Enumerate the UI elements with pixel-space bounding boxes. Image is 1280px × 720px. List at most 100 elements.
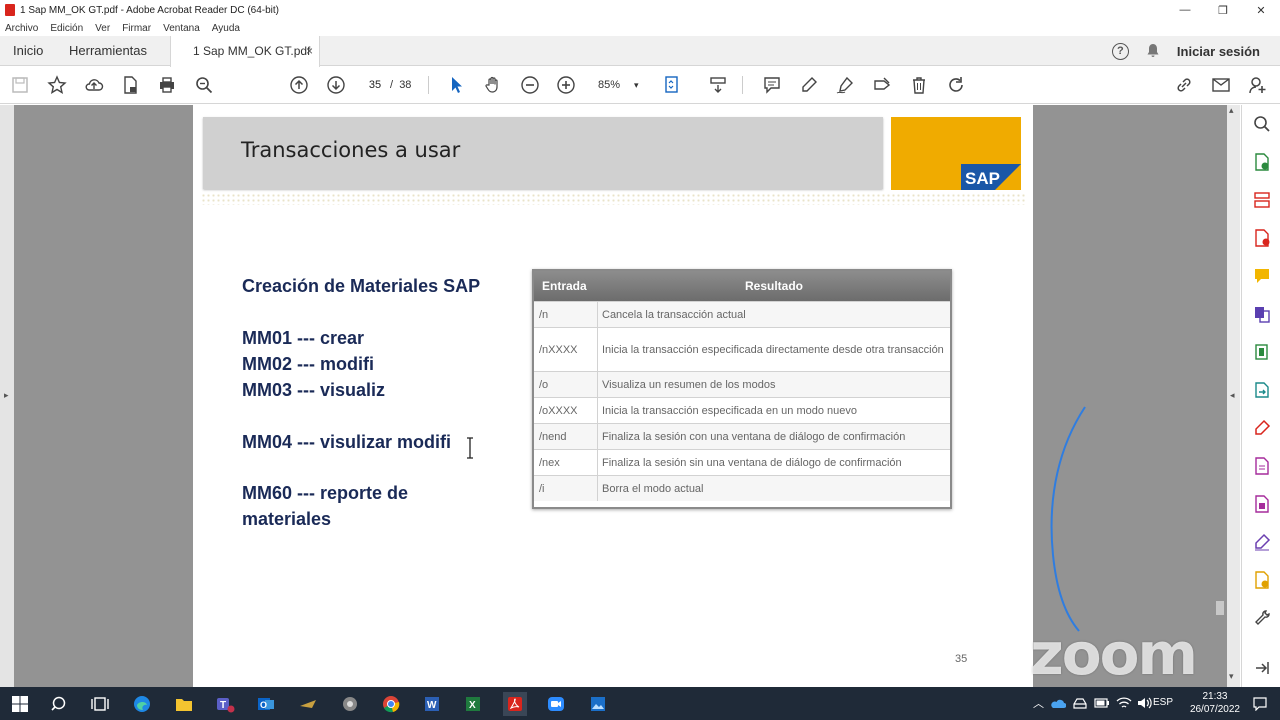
comment-tool-icon[interactable] [1251,265,1273,287]
svg-text:X: X [469,700,476,711]
network-tray-icon[interactable] [1072,696,1088,710]
export-pdf-icon[interactable] [1251,151,1273,173]
sap-logo-text: SAP [965,169,1000,188]
menu-ver[interactable]: Ver [95,23,110,34]
close-window-button[interactable]: ✕ [1242,0,1280,20]
zoom-out-icon[interactable] [518,73,542,97]
pdf-page: Transacciones a usar SAP Creación de Mat… [193,105,1033,687]
collapse-pane-icon[interactable] [1251,657,1273,679]
scrollbar-thumb[interactable] [1216,601,1224,615]
sign-in-button[interactable]: Iniciar sesión [1177,44,1260,59]
comment-icon[interactable] [760,73,784,97]
page-fit-icon[interactable] [660,73,684,97]
menu-ventana[interactable]: Ventana [163,23,200,34]
more-tools-icon[interactable] [1251,607,1273,629]
rotate-icon[interactable] [944,73,968,97]
photos-icon[interactable] [586,692,610,716]
zoom-search-icon[interactable] [192,73,216,97]
next-page-icon[interactable] [324,73,348,97]
edit-pdf-icon[interactable] [1251,341,1273,363]
save-icon[interactable] [8,73,32,97]
search-icon[interactable] [1251,113,1273,135]
outlook-icon[interactable]: O [254,692,278,716]
restore-button[interactable]: ❐ [1204,0,1242,20]
highlight-pen-icon[interactable] [797,73,821,97]
chrome-icon[interactable] [379,692,403,716]
menu-archivo[interactable]: Archivo [5,23,38,34]
previous-page-icon[interactable] [287,73,311,97]
scrollbar-track[interactable] [1213,105,1227,687]
battery-icon[interactable] [1094,697,1110,709]
tab-document[interactable]: 1 Sap MM_OK GT.pdf × [170,36,320,67]
table-row: /nend Finaliza la sesión con una ventana … [534,423,950,449]
file-explorer-icon[interactable] [172,692,196,716]
scroll-mode-icon[interactable] [706,73,730,97]
close-tab-button[interactable]: × [306,36,313,66]
menu-firmar[interactable]: Firmar [122,23,151,34]
search-taskbar-icon[interactable] [48,692,72,716]
excel-icon[interactable]: X [461,692,485,716]
send-for-signature-icon[interactable] [1251,455,1273,477]
tab-inicio[interactable]: Inicio [13,36,43,66]
sap-logo-block: SAP [891,117,1021,190]
scroll-up-icon[interactable]: ▴ [1229,105,1234,116]
email-icon[interactable] [1209,73,1233,97]
windows-start-icon[interactable] [8,692,32,716]
notifications-icon[interactable] [1252,696,1268,711]
hand-tool-icon[interactable] [481,73,505,97]
page-number-input[interactable]: 35 [362,75,388,95]
help-icon[interactable]: ? [1111,42,1129,60]
menu-ayuda[interactable]: Ayuda [212,23,240,34]
volume-icon[interactable] [1136,696,1152,710]
select-cursor-icon[interactable] [444,73,468,97]
tray-chevron-icon[interactable]: ︿ [1033,695,1044,711]
fill-sign-tool-icon[interactable] [1251,417,1273,439]
add-user-icon[interactable] [1246,73,1270,97]
edge-browser-icon[interactable] [130,692,154,716]
task-view-icon[interactable] [88,692,112,716]
scroll-down-icon[interactable]: ▾ [1229,671,1234,682]
word-icon[interactable]: W [420,692,444,716]
organize-pages-icon[interactable] [1251,189,1273,211]
language-indicator[interactable]: ESP [1153,697,1173,708]
document-viewport[interactable]: ▸ Transacciones a usar SAP Creación de M… [0,105,1240,687]
file-lock-icon[interactable] [118,73,142,97]
cloud-upload-icon[interactable] [82,73,106,97]
signature-tool-icon[interactable] [1251,531,1273,553]
acrobat-taskbar-icon[interactable] [503,692,527,716]
star-icon[interactable] [45,73,69,97]
zoom-in-icon[interactable] [554,73,578,97]
table-row: /i Borra el modo actual [534,475,950,501]
zoom-app-icon[interactable] [544,692,568,716]
create-pdf-icon[interactable] [1251,227,1273,249]
system-clock[interactable]: 21:33 26/07/2022 [1190,690,1240,716]
table-cell-result: Finaliza la sesión con una ventana de di… [602,430,906,443]
combine-files-icon[interactable] [1251,303,1273,325]
bell-icon[interactable] [1145,43,1161,59]
fill-sign-icon[interactable] [870,73,894,97]
stamp-icon[interactable] [1251,569,1273,591]
share-link-icon[interactable] [1172,73,1196,97]
teams-icon[interactable]: T [213,692,237,716]
expand-left-icon[interactable]: ▸ [4,390,9,401]
toolbar: 35 / 38 85% ▾ [0,67,1280,104]
minimize-button[interactable]: — [1166,0,1204,20]
sign-pen-icon[interactable] [833,73,857,97]
wifi-icon[interactable] [1116,696,1132,710]
left-panel-toggle[interactable]: ▸ [0,105,14,687]
convert-icon[interactable] [1251,379,1273,401]
print-icon[interactable] [155,73,179,97]
protect-icon[interactable] [1251,493,1273,515]
zoom-level-select[interactable]: 85% ▾ [592,75,644,95]
app-icon[interactable] [296,692,320,716]
collapse-right-icon[interactable]: ◂ [1230,390,1235,401]
tab-herramientas[interactable]: Herramientas [69,36,147,66]
table-cell-result: Finaliza la sesión sin una ventana de di… [602,456,902,469]
app-tool-icon[interactable] [338,692,362,716]
column-header-resultado: Resultado [744,279,803,293]
menu-edicion[interactable]: Edición [50,23,83,34]
onedrive-icon[interactable] [1050,697,1066,709]
transaction-line: MM03 --- visualiz [242,380,386,400]
delete-icon[interactable] [907,73,931,97]
right-panel-toggle[interactable]: ▴ ◂ ▾ [1227,105,1240,687]
